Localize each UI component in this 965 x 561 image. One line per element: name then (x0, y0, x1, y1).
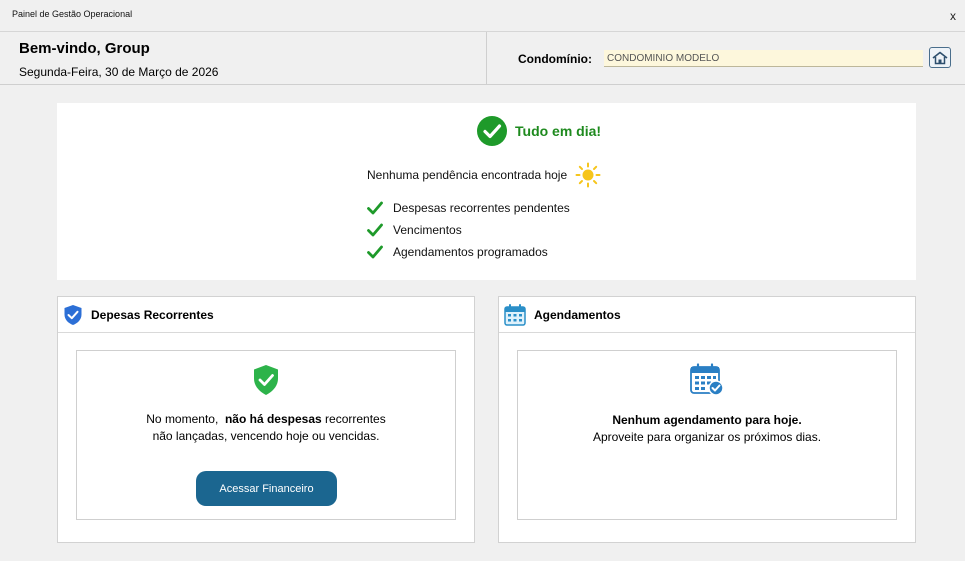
agendamentos-panel-title: Agendamentos (534, 307, 621, 322)
status-subtitle-row: Nenhuma pendência encontrada hoje (367, 162, 601, 188)
check-circle-icon (477, 116, 507, 146)
condo-label: Condomínio: (518, 52, 592, 66)
check-item-label: Agendamentos programados (393, 245, 548, 259)
shield-check-icon (64, 304, 82, 325)
welcome-title: Bem-vindo, Group (19, 40, 150, 57)
agendamentos-panel: Agendamentos Nenhum agendamento para hoj… (498, 296, 916, 543)
check-item-label: Vencimentos (393, 223, 462, 237)
title-bar: Painel de Gestão Operacional x (0, 0, 965, 32)
list-item: Despesas recorrentes pendentes (367, 197, 570, 219)
status-check-list: Despesas recorrentes pendentes Venciment… (367, 197, 570, 263)
despesas-msg-prefix: No momento, (146, 412, 219, 426)
despesas-message: No momento, não há despesas recorrentes … (77, 411, 455, 445)
agendamentos-msg-line2: Aproveite para organizar os próximos dia… (592, 430, 822, 444)
status-summary-card: Tudo em dia! Nenhuma pendência encontrad… (57, 103, 916, 280)
despesas-content: No momento, não há despesas recorrentes … (76, 350, 456, 520)
list-item: Vencimentos (367, 219, 570, 241)
status-ok-row: Tudo em dia! (477, 116, 601, 146)
calendar-check-icon (690, 363, 724, 396)
status-subtitle: Nenhuma pendência encontrada hoje (367, 168, 568, 182)
checkmark-icon (367, 245, 383, 259)
agendamentos-panel-header: Agendamentos (499, 297, 915, 333)
header-bar: Bem-vindo, Group Segunda-Feira, 30 de Ma… (0, 32, 965, 85)
list-item: Agendamentos programados (367, 241, 570, 263)
header-divider (486, 32, 487, 84)
despesas-panel-header: Depesas Recorrentes (58, 297, 474, 333)
agendamentos-message: Nenhum agendamento para hoje. Aproveite … (518, 412, 896, 446)
despesas-panel: Depesas Recorrentes No momento, não há d… (57, 296, 475, 543)
agendamentos-msg-bold: Nenhum agendamento para hoje. (612, 413, 802, 427)
current-date: Segunda-Feira, 30 de Março de 2026 (19, 65, 219, 79)
despesas-msg-suffix: recorrentes (325, 412, 386, 426)
check-item-label: Despesas recorrentes pendentes (393, 201, 570, 215)
acessar-financeiro-button[interactable]: Acessar Financeiro (196, 471, 337, 506)
status-title: Tudo em dia! (515, 123, 602, 139)
calendar-icon (504, 303, 526, 326)
condo-field[interactable] (604, 50, 923, 67)
sun-icon (575, 162, 601, 188)
window-title: Painel de Gestão Operacional (12, 9, 133, 19)
checkmark-icon (367, 223, 383, 237)
checkmark-icon (367, 201, 383, 215)
condo-select-button[interactable] (929, 47, 951, 68)
home-icon (932, 51, 948, 64)
close-button[interactable]: x (945, 7, 961, 25)
despesas-msg-bold: não há despesas (224, 412, 322, 426)
despesas-msg-line2: não lançadas, vencendo hoje ou vencidas. (152, 429, 380, 443)
despesas-panel-title: Depesas Recorrentes (91, 307, 214, 322)
shield-check-icon (254, 365, 278, 395)
agendamentos-content: Nenhum agendamento para hoje. Aproveite … (517, 350, 897, 520)
